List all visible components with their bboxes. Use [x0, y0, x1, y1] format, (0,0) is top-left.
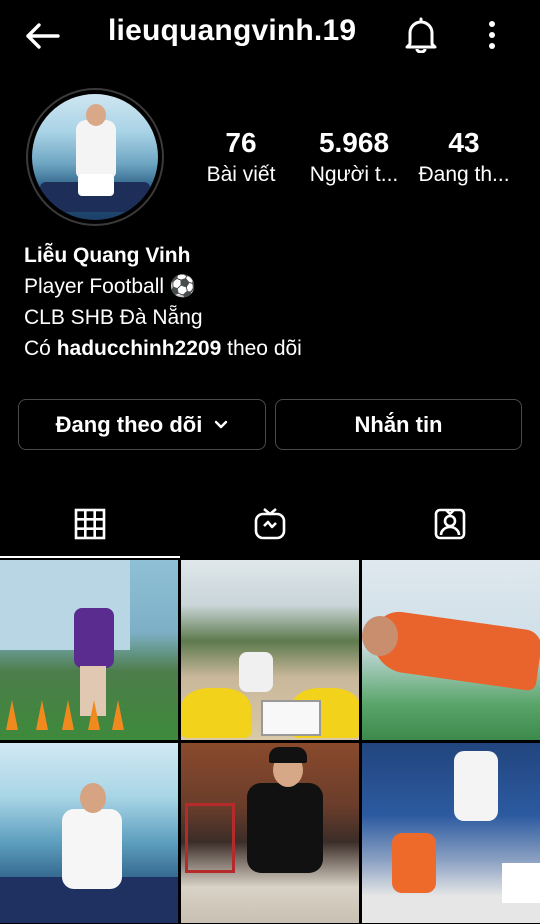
grid-icon	[74, 508, 106, 540]
profile-tabs	[0, 492, 540, 558]
post-thumbnail[interactable]	[0, 743, 178, 923]
post-thumbnail[interactable]	[181, 743, 359, 923]
tab-igtv[interactable]	[180, 492, 360, 556]
followed-by-suffix: theo dõi	[227, 337, 302, 360]
stat-followers[interactable]: 5.968 Người t...	[304, 126, 404, 190]
followers-label: Người t...	[309, 163, 399, 186]
tab-tagged[interactable]	[360, 492, 540, 556]
tab-posts-grid[interactable]	[0, 492, 180, 556]
posts-grid	[0, 560, 540, 924]
tagged-icon	[434, 508, 466, 540]
profile-avatar[interactable]	[26, 88, 164, 226]
bell-icon	[405, 17, 437, 53]
username-title: lieuquangvinh.19	[108, 14, 357, 47]
posts-label: Bài viết	[206, 163, 276, 186]
back-button[interactable]	[20, 16, 64, 56]
stat-posts[interactable]: 76 Bài viết	[202, 126, 280, 190]
more-options-button[interactable]	[474, 14, 510, 56]
more-vertical-icon	[489, 21, 495, 49]
stat-following[interactable]: 43 Đang th...	[414, 126, 514, 190]
followed-by[interactable]: Có haducchinh2209 theo dõi	[24, 333, 524, 364]
following-button[interactable]: Đang theo dõi	[18, 399, 266, 450]
following-label: Đang th...	[418, 163, 510, 186]
post-thumbnail[interactable]	[362, 560, 540, 740]
following-button-label: Đang theo dõi	[55, 411, 203, 437]
post-thumbnail[interactable]	[0, 560, 178, 740]
bio-line: Player Football ⚽	[24, 275, 197, 298]
top-bar: lieuquangvinh.19	[0, 0, 540, 70]
igtv-icon	[254, 508, 286, 540]
profile-bio: Liễu Quang Vinh Player Football ⚽ CLB SH…	[24, 240, 524, 364]
active-tab-indicator	[0, 556, 180, 558]
followers-count: 5.968	[318, 127, 390, 158]
message-button[interactable]: Nhắn tin	[275, 399, 522, 450]
posts-count: 76	[225, 127, 257, 158]
followed-by-prefix: Có	[24, 337, 51, 360]
profile-stats: 76 Bài viết 5.968 Người t... 43 Đang th.…	[196, 126, 526, 196]
avatar-image	[32, 94, 158, 220]
followed-by-user: haducchinh2209	[56, 337, 222, 360]
chevron-down-icon	[214, 420, 228, 430]
arrow-left-icon	[26, 23, 60, 49]
message-button-label: Nhắn tin	[354, 411, 443, 437]
post-thumbnail[interactable]	[362, 743, 540, 923]
following-count: 43	[448, 127, 480, 158]
notifications-button[interactable]	[400, 14, 442, 56]
post-thumbnail[interactable]	[181, 560, 359, 740]
profile-name: Liễu Quang Vinh	[24, 244, 191, 267]
bio-line: CLB SHB Đà Nẵng	[24, 306, 203, 329]
